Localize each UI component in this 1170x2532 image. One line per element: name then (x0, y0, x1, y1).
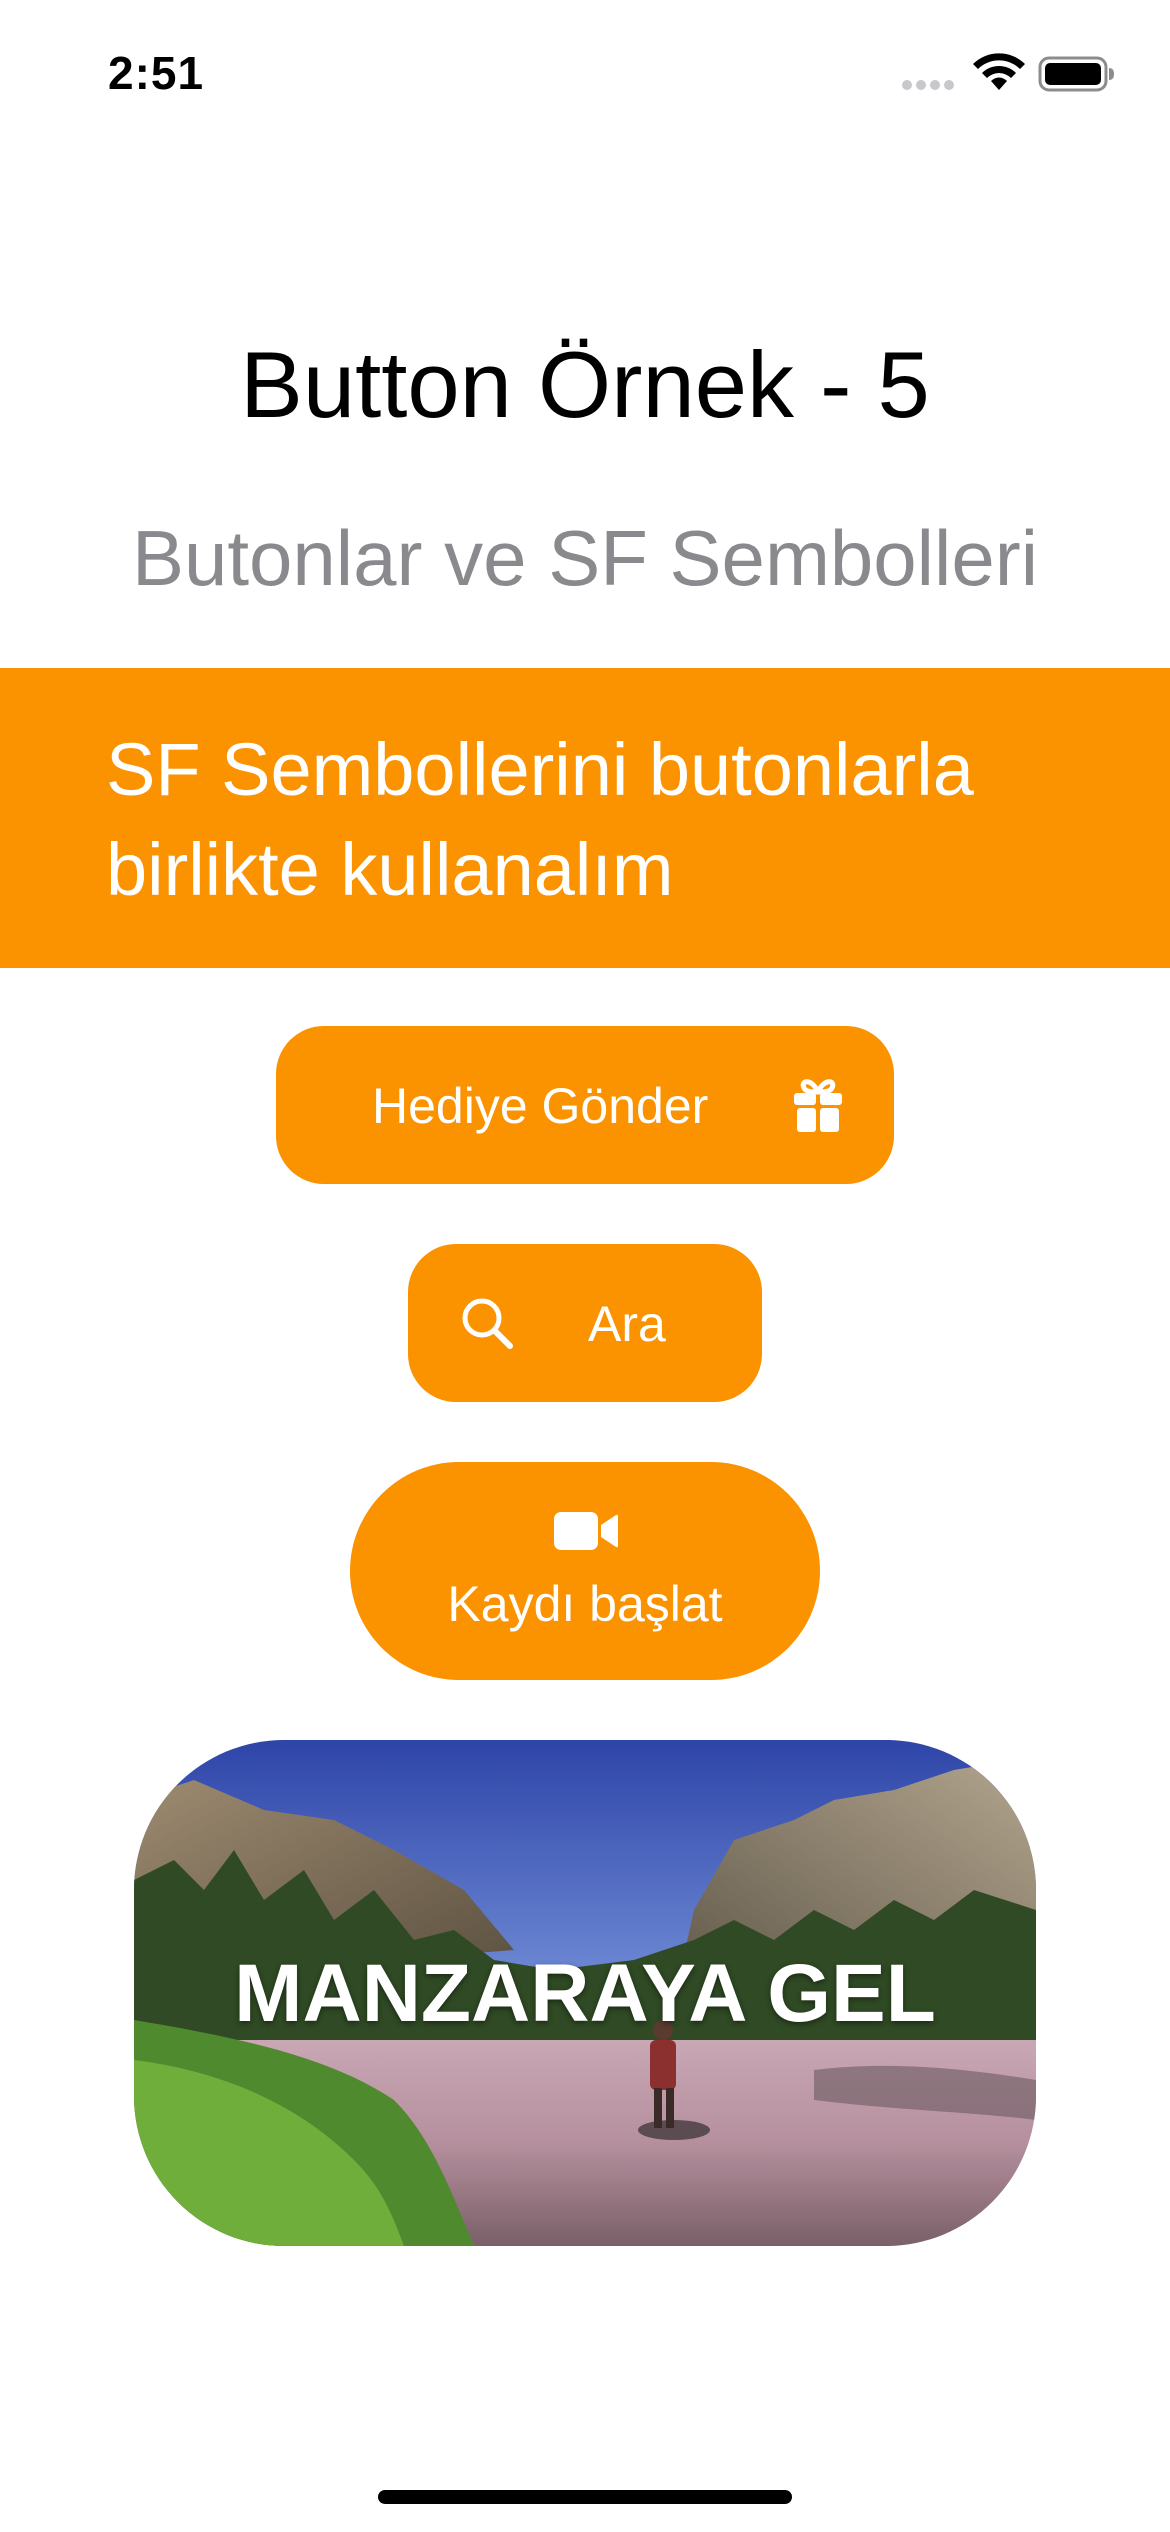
status-time: 2:51 (108, 47, 205, 99)
video-camera-icon (554, 1512, 618, 1550)
start-recording-label: Kaydı başlat (447, 1576, 723, 1632)
magnifying-glass-icon (462, 1298, 513, 1349)
search-label: Ara (588, 1296, 666, 1352)
search-button[interactable]: Ara (408, 1244, 762, 1402)
banner-text: SF Sembollerini butonlarla birlikte kull… (106, 728, 974, 911)
page-title: Button Örnek - 5 (240, 332, 930, 437)
wifi-icon (973, 53, 1025, 90)
home-indicator[interactable] (378, 2490, 792, 2504)
page-subtitle: Butonlar ve SF Sembolleri (131, 514, 1039, 602)
gift-icon (794, 1079, 842, 1132)
info-banner: SF Sembollerini butonlarla birlikte kull… (0, 668, 1170, 968)
status-bar: 2:51 (0, 0, 1170, 140)
battery-icon (1038, 56, 1114, 92)
cellular-signal-icon (902, 80, 954, 90)
landscape-label: MANZARAYA GEL (234, 1948, 936, 2039)
landscape-button[interactable]: MANZARAYA GEL (134, 1740, 1036, 2246)
send-gift-button[interactable]: Hediye Gönder (276, 1026, 894, 1184)
send-gift-label: Hediye Gönder (372, 1078, 709, 1134)
start-recording-button[interactable]: Kaydı başlat (350, 1462, 820, 1680)
